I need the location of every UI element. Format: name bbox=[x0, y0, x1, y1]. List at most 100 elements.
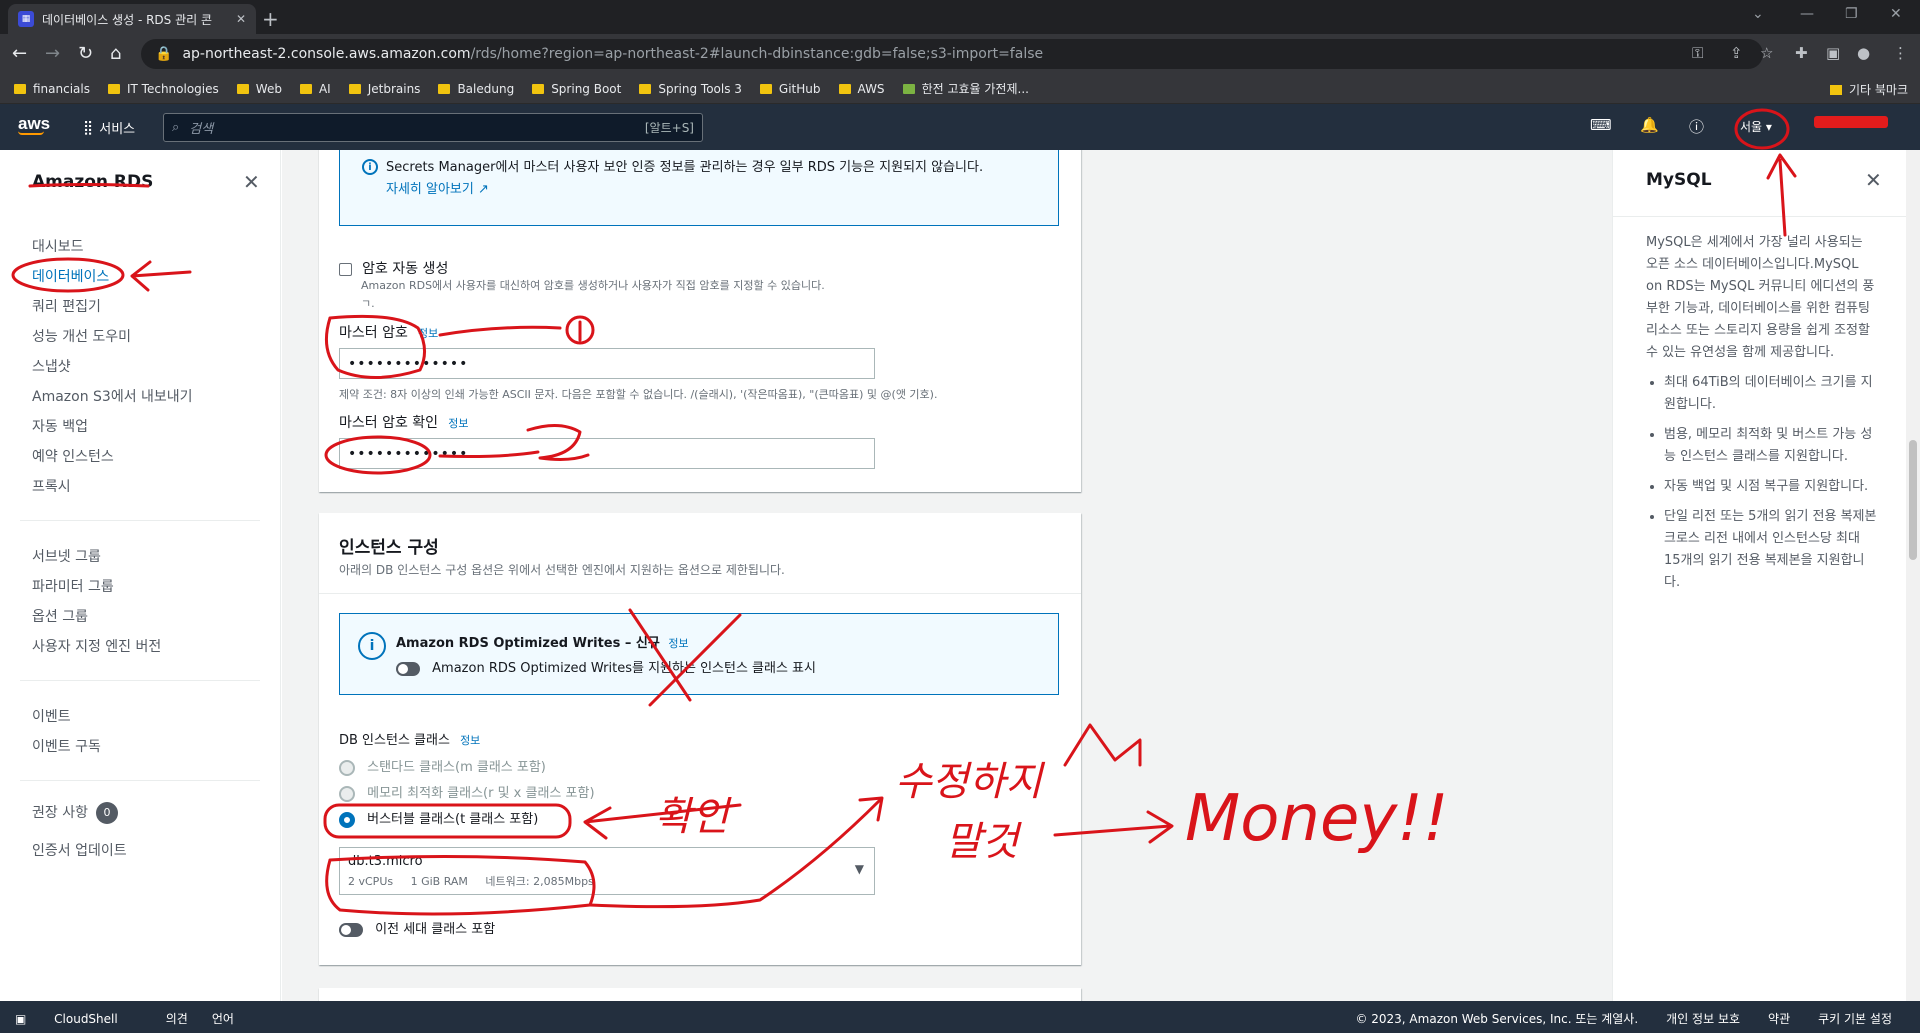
forward-icon[interactable]: → bbox=[45, 43, 60, 64]
sidebar-item-dashboard[interactable]: 대시보드 bbox=[32, 236, 84, 256]
bookmark-item[interactable]: financials bbox=[14, 82, 90, 96]
bookmark-star-icon[interactable]: ☆ bbox=[1760, 44, 1773, 62]
class-option-standard[interactable]: 스탠다드 클래스(m 클래스 포함) bbox=[339, 756, 546, 776]
cookie-preferences-link[interactable]: 쿠키 기본 설정 bbox=[1818, 1010, 1892, 1027]
sidebar-item-event-subscriptions[interactable]: 이벤트 구독 bbox=[32, 736, 101, 756]
previous-gen-toggle[interactable] bbox=[339, 922, 363, 937]
extensions-icon[interactable]: ✚ bbox=[1795, 44, 1808, 62]
bookmark-item[interactable]: GitHub bbox=[759, 82, 821, 96]
master-password-label: 마스터 암호 bbox=[339, 325, 408, 341]
aws-search-input[interactable]: ⌕ 검색 [알트+S] bbox=[163, 113, 703, 142]
bookmark-item[interactable]: Jetbrains bbox=[348, 82, 420, 96]
account-menu-redacted[interactable] bbox=[1814, 116, 1888, 128]
radio-burstable[interactable] bbox=[339, 811, 355, 828]
learn-more-link[interactable]: 자세히 알아보기 bbox=[386, 182, 474, 197]
sidebar-item-subnet-groups[interactable]: 서브넷 그룹 bbox=[32, 546, 101, 566]
optimized-writes-info-link[interactable]: 정보 bbox=[668, 637, 688, 650]
bookmark-item[interactable]: Spring Tools 3 bbox=[639, 82, 742, 96]
services-grid-icon: ⣿ bbox=[83, 119, 94, 136]
help-panel-title: MySQL bbox=[1646, 170, 1712, 190]
back-icon[interactable]: ← bbox=[12, 43, 27, 64]
rds-favicon-icon: ▦ bbox=[18, 11, 34, 27]
optimized-writes-toggle[interactable] bbox=[396, 661, 420, 676]
region-selector[interactable]: 서울 ▾ bbox=[1740, 118, 1772, 135]
browser-tab[interactable]: ▦ 데이터베이스 생성 - RDS 관리 콘 ✕ bbox=[8, 4, 256, 34]
instance-class-value: db.t3.micro bbox=[348, 854, 423, 869]
page-scrollbar[interactable] bbox=[1906, 150, 1920, 1001]
sidebar-item-certificate-update[interactable]: 인증서 업데이트 bbox=[32, 840, 127, 860]
radio-standard[interactable] bbox=[339, 759, 355, 776]
services-menu[interactable]: ⣿ 서비스 bbox=[83, 118, 135, 138]
help-panel-close-icon[interactable]: ✕ bbox=[1865, 168, 1882, 192]
sidebar-item-custom-engine-versions[interactable]: 사용자 지정 엔진 버전 bbox=[32, 636, 161, 656]
bookmark-item[interactable]: IT Technologies bbox=[108, 82, 219, 96]
new-tab-button[interactable]: + bbox=[262, 7, 279, 31]
scrollbar-thumb[interactable] bbox=[1909, 440, 1917, 560]
tab-search-icon[interactable]: ⌄ bbox=[1752, 6, 1764, 22]
sidebar-item-parameter-groups[interactable]: 파라미터 그룹 bbox=[32, 576, 114, 596]
share-icon[interactable]: ⇪ bbox=[1730, 44, 1743, 62]
language-link[interactable]: 언어 bbox=[212, 1010, 234, 1027]
reload-icon[interactable]: ↻ bbox=[78, 43, 93, 64]
restore-icon[interactable]: ❐ bbox=[1845, 6, 1858, 22]
home-icon[interactable]: ⌂ bbox=[110, 43, 121, 64]
sidebar-item-s3-exports[interactable]: Amazon S3에서 내보내기 bbox=[32, 386, 193, 406]
master-password-info-link[interactable]: 정보 bbox=[418, 327, 438, 340]
minimize-icon[interactable]: — bbox=[1800, 6, 1814, 22]
sidebar-item-automated-backups[interactable]: 자동 백업 bbox=[32, 416, 88, 436]
side-panel-icon[interactable]: ▣ bbox=[1826, 44, 1840, 62]
other-bookmarks[interactable]: 기타 북마크 bbox=[1829, 81, 1908, 98]
privacy-link[interactable]: 개인 정보 보호 bbox=[1666, 1010, 1740, 1027]
bookmark-item[interactable]: AWS bbox=[838, 82, 885, 96]
previous-gen-toggle-row[interactable]: 이전 세대 클래스 포함 bbox=[339, 918, 495, 937]
confirm-password-input[interactable]: ••••••••••••• bbox=[339, 438, 875, 469]
optimized-writes-title: Amazon RDS Optimized Writes – 신규 bbox=[396, 636, 660, 651]
list-item: 자동 백업 및 시점 복구를 지원합니다. bbox=[1664, 476, 1878, 498]
auto-generate-password[interactable]: 암호 자동 생성 bbox=[339, 258, 448, 278]
class-option-burstable[interactable]: 버스터블 클래스(t 클래스 포함) bbox=[339, 808, 538, 828]
sidebar-item-proxies[interactable]: 프록시 bbox=[32, 476, 71, 496]
sidebar-item-databases[interactable]: 데이터베이스 bbox=[32, 266, 109, 286]
sidebar-item-reserved-instances[interactable]: 예약 인스턴스 bbox=[32, 446, 114, 466]
tab-close-icon[interactable]: ✕ bbox=[236, 12, 246, 26]
feedback-link[interactable]: 의견 bbox=[166, 1010, 188, 1027]
class-option-memory-optimized[interactable]: 메모리 최적화 클래스(r 및 x 클래스 포함) bbox=[339, 782, 595, 802]
sidebar-item-recommendations[interactable]: 권장 사항 0 bbox=[32, 802, 118, 824]
profile-avatar-icon[interactable]: ● bbox=[1857, 44, 1870, 62]
folder-icon bbox=[348, 83, 361, 94]
close-window-icon[interactable]: ✕ bbox=[1890, 6, 1902, 22]
terms-link[interactable]: 약관 bbox=[1768, 1010, 1790, 1027]
bookmark-item[interactable]: Web bbox=[236, 82, 282, 96]
auto-generate-password-checkbox[interactable] bbox=[339, 263, 352, 276]
sidebar-close-icon[interactable]: ✕ bbox=[243, 170, 260, 194]
optimized-writes-toggle-label: Amazon RDS Optimized Writes를 지원하는 인스턴스 클… bbox=[432, 661, 816, 676]
confirm-password-info-link[interactable]: 정보 bbox=[448, 417, 468, 430]
instance-class-select[interactable]: db.t3.micro 2 vCPUs 1 GiB RAM 네트워크: 2,08… bbox=[339, 847, 875, 895]
help-panel: MySQL ✕ MySQL은 세계에서 가장 널리 사용되는 오픈 소스 데이터… bbox=[1612, 150, 1907, 1001]
sidebar-item-snapshots[interactable]: 스냅샷 bbox=[32, 356, 71, 376]
address-bar[interactable]: 🔒 ap-northeast-2.console.aws.amazon.com … bbox=[141, 39, 1763, 69]
sidebar-item-performance-insights[interactable]: 성능 개선 도우미 bbox=[32, 326, 131, 346]
browser-tab-bar: ▦ 데이터베이스 생성 - RDS 관리 콘 ✕ + ⌄ — ❐ ✕ bbox=[0, 0, 1920, 34]
cloudshell-link[interactable]: ▣ CloudShell bbox=[15, 1012, 142, 1026]
notifications-bell-icon[interactable]: 🔔 bbox=[1640, 116, 1659, 134]
dropdown-caret-icon: ▼ bbox=[854, 862, 864, 876]
aws-logo[interactable]: aws bbox=[18, 114, 50, 135]
bookmark-item[interactable]: AI bbox=[299, 82, 331, 96]
help-icon[interactable]: ⓘ bbox=[1689, 116, 1704, 137]
radio-memory-optimized[interactable] bbox=[339, 785, 355, 802]
bookmark-item[interactable]: Baledung bbox=[438, 82, 514, 96]
cloudshell-icon[interactable]: ⌨ bbox=[1590, 116, 1612, 134]
sidebar-item-query-editor[interactable]: 쿼리 편집기 bbox=[32, 296, 101, 316]
auto-generate-password-label: 암호 자동 생성 bbox=[362, 261, 449, 277]
key-icon[interactable]: ⚿ bbox=[1692, 44, 1703, 62]
db-instance-class-info-link[interactable]: 정보 bbox=[460, 734, 480, 747]
sidebar-title: Amazon RDS bbox=[32, 172, 154, 192]
sidebar-item-events[interactable]: 이벤트 bbox=[32, 706, 71, 726]
bookmark-item[interactable]: Spring Boot bbox=[532, 82, 621, 96]
sidebar-item-option-groups[interactable]: 옵션 그룹 bbox=[32, 606, 88, 626]
master-password-input[interactable]: ••••••••••••• bbox=[339, 348, 875, 379]
bookmark-item[interactable]: 한전 고효율 가전제... bbox=[902, 80, 1029, 97]
secrets-manager-notice: i Secrets Manager에서 마스터 사용자 보안 인증 정보를 관리… bbox=[339, 150, 1059, 226]
browser-menu-icon[interactable]: ⋮ bbox=[1893, 44, 1908, 62]
